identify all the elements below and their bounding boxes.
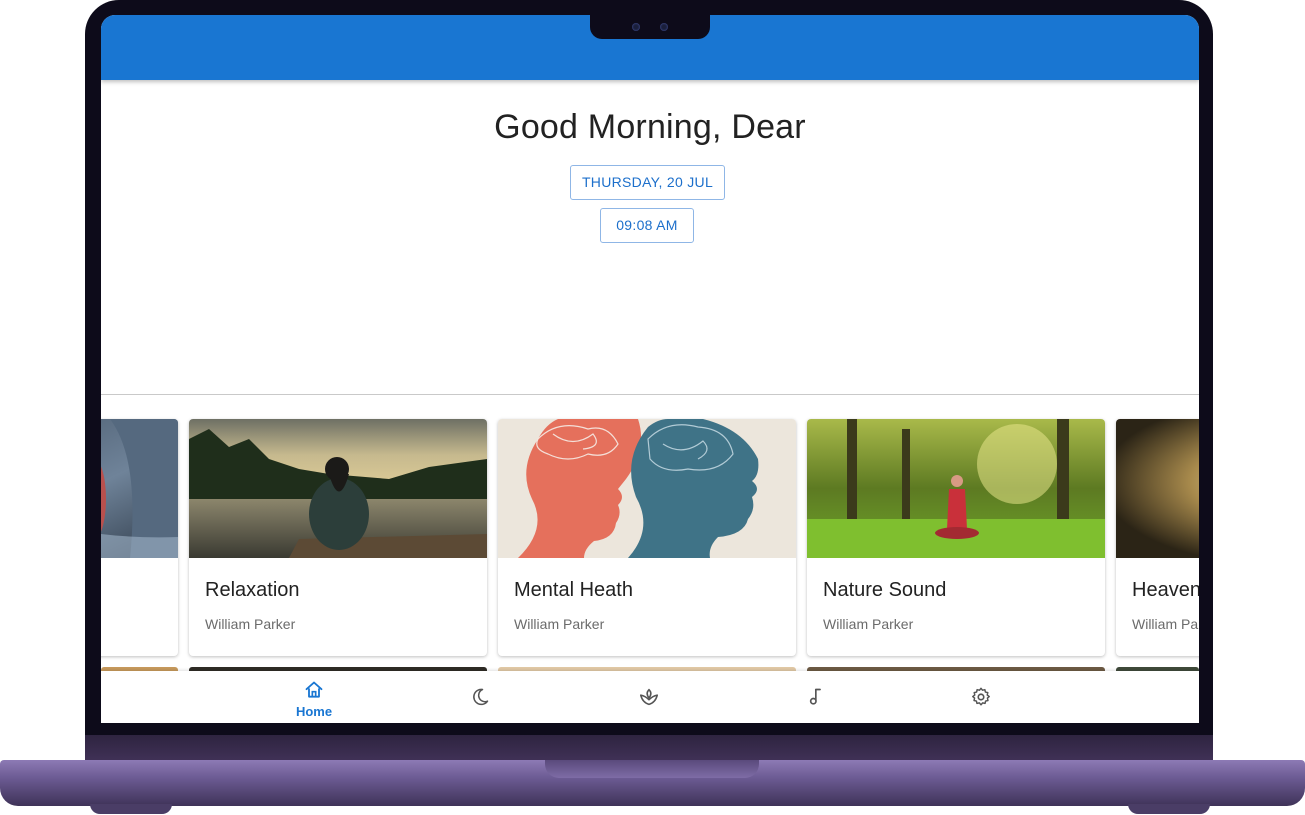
mental-health-image (498, 419, 796, 558)
card-image (101, 419, 178, 558)
music-note-icon (809, 688, 821, 705)
heaven-image (1116, 419, 1199, 558)
laptop-foot-right (1128, 804, 1210, 814)
app-screen: Good Morning, Dear THURSDAY, 20 JUL 09:0… (101, 15, 1199, 723)
date-chip[interactable]: THURSDAY, 20 JUL (570, 165, 725, 200)
nav-item-settings[interactable] (935, 671, 1025, 723)
home-icon (305, 681, 323, 698)
laptop-trackpad-notch (545, 760, 759, 778)
category-card[interactable]: Nature Sound William Parker (807, 419, 1105, 656)
gear-icon (972, 687, 990, 706)
nav-label-home: Home (295, 704, 333, 719)
nav-item-music[interactable] (770, 671, 860, 723)
card-title: Relaxation (205, 579, 300, 601)
category-card[interactable] (101, 419, 178, 656)
category-card[interactable]: Mental Heath William Parker (498, 419, 796, 656)
section-divider (101, 394, 1199, 395)
nature-sound-image (807, 419, 1105, 558)
card-title: Mental Heath (514, 579, 633, 601)
moon-icon (473, 688, 489, 706)
sensor-icon (660, 23, 668, 31)
card-author: William Parker (205, 616, 296, 632)
nav-item-meditation[interactable] (603, 671, 693, 723)
card-title: Heaven (1132, 579, 1199, 601)
card-carousel[interactable]: Relaxation William Parker Mental Heath W… (101, 419, 1199, 672)
camera-notch (590, 14, 710, 39)
time-chip[interactable]: 09:08 AM (600, 208, 694, 243)
relaxation-image (189, 419, 487, 558)
card-author: William Parker (514, 616, 605, 632)
bottom-navigation: Home (101, 671, 1199, 723)
nav-item-sleep[interactable] (435, 671, 525, 723)
greeting-title: Good Morning, Dear (494, 108, 806, 146)
card-author: William Pa (1132, 616, 1199, 632)
laptop-foot-left (90, 804, 172, 814)
camera-icon (632, 23, 640, 31)
card-title: Nature Sound (823, 579, 947, 601)
card-author: William Parker (823, 616, 914, 632)
nav-item-home[interactable]: Home (269, 671, 359, 723)
category-card[interactable]: Relaxation William Parker (189, 419, 487, 656)
category-card[interactable]: Heaven William Pa (1116, 419, 1199, 656)
lotus-icon (639, 688, 659, 706)
